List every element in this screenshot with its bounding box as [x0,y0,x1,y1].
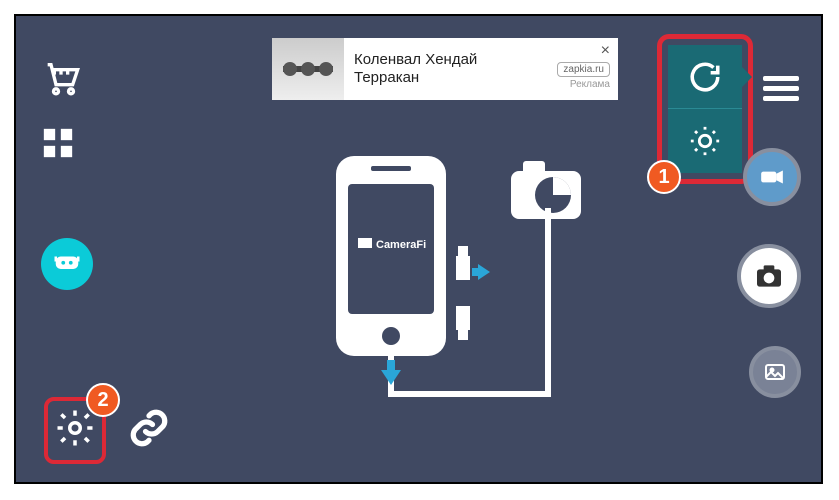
ad-domain: zapkia.ru [557,62,610,77]
gallery-button[interactable] [749,346,801,398]
rotate-button[interactable] [668,45,742,109]
annotation-badge-2: 2 [86,383,120,417]
ad-meta: × zapkia.ru Реклама [557,42,610,90]
app-frame: 2 Коленвал Хендай Терракан [14,14,823,484]
display-control-panel [668,45,742,173]
cart-button[interactable] [41,58,93,98]
left-sidebar [41,58,93,290]
hamburger-line [763,76,799,81]
brightness-button[interactable] [668,109,742,173]
hamburger-line [763,86,799,91]
menu-button[interactable] [763,71,799,106]
ad-banner[interactable]: Коленвал Хендай Терракан × zapkia.ru Рек… [272,38,618,100]
display-control-highlight: 1 [657,34,753,184]
capture-button[interactable] [737,244,801,308]
link-button[interactable] [128,407,170,454]
settings-button[interactable] [54,407,96,454]
apps-grid-button[interactable] [41,126,93,160]
ad-label: Реклама [570,79,610,90]
center-illustration: CameraFi [286,146,616,406]
bottom-left-controls: 2 [44,397,170,464]
ad-close-icon[interactable]: × [601,42,610,60]
video-record-button[interactable] [743,148,801,206]
ad-image [272,38,344,100]
hamburger-line [763,96,799,101]
chat-button[interactable] [41,238,93,290]
settings-highlight: 2 [44,397,106,464]
svg-text:CameraFi: CameraFi [376,239,426,251]
